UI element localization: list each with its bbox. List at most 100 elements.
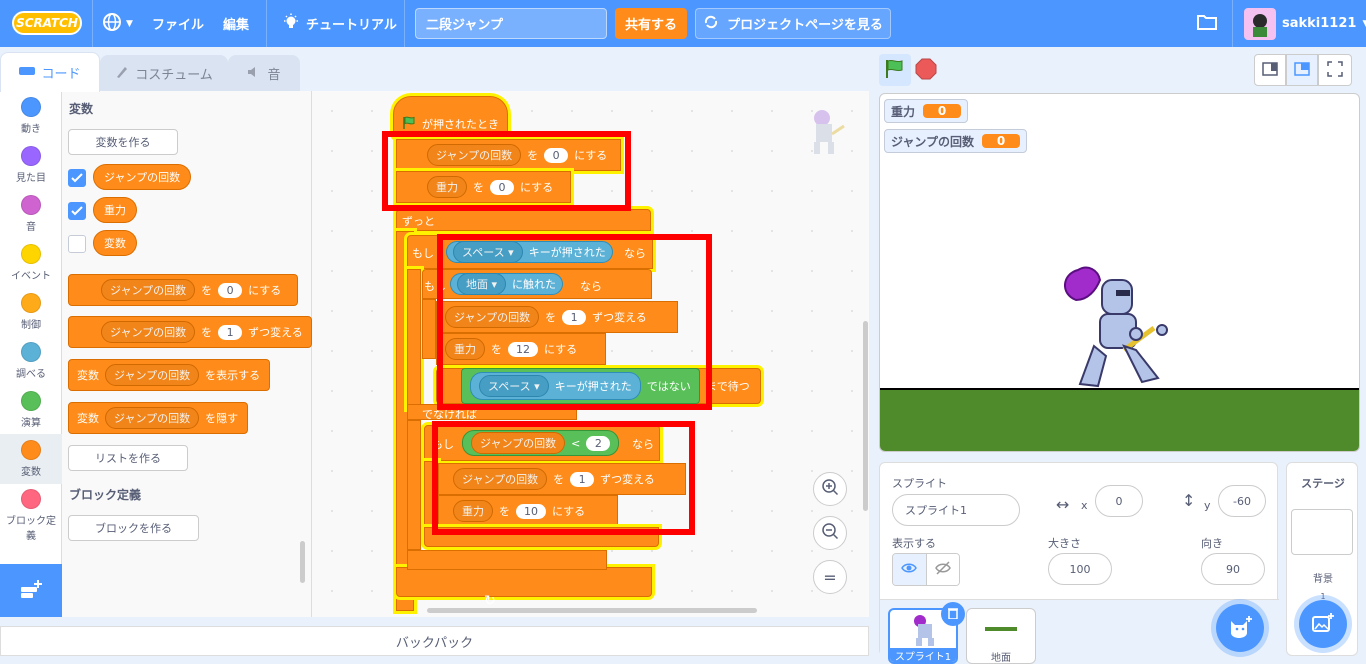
stop-button[interactable] — [913, 57, 939, 83]
code-workspace[interactable]: ずっと ↻ が押されたとき ジャンプの回数 を 0 にする 重力 を 0 にする… — [312, 91, 869, 617]
variable-checkbox[interactable] — [68, 202, 86, 220]
variable-reporter-jump-count[interactable]: ジャンプの回数 — [93, 164, 192, 190]
tab-sound-label: 音 — [267, 68, 281, 83]
category-label: 動き — [21, 124, 41, 135]
large-stage-icon — [1294, 61, 1310, 79]
cat-add-icon — [1227, 615, 1253, 642]
palette-scrollbar[interactable] — [300, 541, 305, 583]
tab-costume[interactable]: コスチューム — [100, 55, 228, 91]
sprite-name-input[interactable]: スプライト1 — [892, 494, 1020, 526]
stage-size-controls — [1254, 54, 1352, 86]
globe-icon — [102, 12, 122, 36]
category-label: 見た目 — [16, 173, 46, 184]
workspace-vertical-scrollbar[interactable] — [863, 321, 868, 511]
menu-bar: SCRATCH ▼ ファイル 編集 チュートリアル 二段ジャンプ 共有する プロ… — [0, 0, 1366, 47]
category-variables[interactable]: 変数 — [0, 434, 62, 484]
category-operators[interactable]: 演算 — [0, 391, 62, 429]
category-looks[interactable]: 見た目 — [0, 146, 62, 184]
category-motion[interactable]: 動き — [0, 97, 62, 135]
if-else-bottom — [407, 550, 607, 570]
add-extension-button[interactable] — [0, 564, 62, 617]
monitor-value: 0 — [923, 104, 962, 118]
project-page-button[interactable]: プロジェクトページを見る — [695, 8, 891, 39]
y-input[interactable]: -60 — [1218, 485, 1266, 517]
variable-dropdown[interactable]: ジャンプの回数 — [105, 407, 200, 429]
my-stuff-button[interactable] — [1196, 0, 1218, 47]
show-variable-block[interactable]: 変数 ジャンプの回数 を表示する — [68, 359, 270, 391]
small-stage-icon — [1262, 61, 1278, 79]
set-variable-block[interactable]: ジャンプの回数 を 0 にする — [68, 274, 298, 306]
stage-selector-panel[interactable]: ステージ 背景 1 — [1286, 462, 1358, 656]
green-flag-button[interactable] — [879, 54, 911, 86]
category-events[interactable]: イベント — [0, 244, 62, 282]
scratch-logo[interactable]: SCRATCH — [12, 11, 82, 35]
stage[interactable]: 重力 0 ジャンプの回数 0 — [879, 93, 1360, 452]
tab-sound[interactable]: 音 — [228, 55, 300, 91]
choose-backdrop-button[interactable] — [1299, 600, 1347, 648]
number-input[interactable]: 1 — [218, 324, 243, 340]
hide-sprite-button[interactable] — [925, 554, 959, 585]
choose-sprite-button[interactable] — [1216, 604, 1264, 652]
variable-dropdown[interactable]: ジャンプの回数 — [101, 279, 196, 301]
equals-icon: = — [823, 567, 837, 587]
inner-if-arm — [422, 299, 436, 359]
zoom-reset-button[interactable]: = — [813, 560, 847, 594]
number-input[interactable]: 0 — [218, 282, 243, 298]
forever-bottom — [396, 567, 652, 597]
make-variable-button[interactable]: 変数を作る — [68, 129, 178, 155]
change-variable-block[interactable]: ジャンプの回数 を 1 ずつ変える — [68, 316, 312, 348]
category-sensing[interactable]: 調べる — [0, 342, 62, 380]
monitor-label: 重力 — [891, 104, 916, 119]
zoom-in-button[interactable] — [813, 472, 847, 506]
variable-dropdown[interactable]: ジャンプの回数 — [105, 364, 200, 386]
direction-input[interactable]: 90 — [1201, 553, 1265, 585]
zoom-out-button[interactable] — [813, 516, 847, 550]
extension-icon — [19, 579, 43, 604]
backdrop-label: 背景 — [1313, 574, 1333, 585]
variable-dropdown[interactable]: ジャンプの回数 — [101, 321, 196, 343]
block-text: 変数 — [77, 369, 99, 382]
y-arrows-icon: ↕ — [1182, 491, 1196, 510]
category-control[interactable]: 制御 — [0, 293, 62, 331]
stage-thumbnail[interactable] — [1291, 509, 1353, 555]
file-menu[interactable]: ファイル — [152, 0, 204, 47]
zoom-out-icon — [821, 522, 839, 544]
share-button[interactable]: 共有する — [615, 8, 687, 39]
make-list-button[interactable]: リストを作る — [68, 445, 188, 471]
image-add-icon — [1311, 612, 1335, 637]
tab-code[interactable]: コード — [0, 52, 100, 92]
language-menu[interactable]: ▼ — [102, 0, 133, 47]
variable-reporter-gravity[interactable]: 重力 — [93, 197, 137, 223]
block-text: を — [201, 326, 213, 339]
edit-menu[interactable]: 編集 — [223, 0, 249, 47]
small-stage-button[interactable] — [1254, 54, 1286, 86]
variable-checkbox[interactable] — [68, 235, 86, 253]
x-arrows-icon: ↔ — [1056, 495, 1070, 514]
delete-sprite-button[interactable] — [941, 602, 965, 626]
knight-sprite[interactable] — [1058, 260, 1182, 395]
show-sprite-button[interactable] — [893, 554, 926, 585]
make-block-button[interactable]: ブロックを作る — [68, 515, 199, 541]
y-label: y — [1204, 499, 1211, 512]
project-title-input[interactable]: 二段ジャンプ — [415, 8, 607, 39]
operators-dot-icon — [21, 391, 41, 411]
variables-dot-icon — [21, 440, 41, 460]
fullscreen-button[interactable] — [1318, 54, 1352, 86]
category-sound[interactable]: 音 — [0, 195, 62, 233]
account-menu[interactable]: sakki1121 ▼ — [1244, 0, 1366, 47]
show-label: 表示する — [892, 537, 936, 550]
workspace-horizontal-scrollbar[interactable] — [427, 608, 757, 613]
size-input[interactable]: 100 — [1048, 553, 1112, 585]
variable-checkbox[interactable] — [68, 169, 86, 187]
fullscreen-icon — [1327, 60, 1343, 80]
lightbulb-icon — [282, 13, 300, 35]
block-text: ずつ変える — [248, 326, 303, 339]
category-myblocks[interactable]: ブロック定義 — [0, 489, 62, 542]
x-input[interactable]: 0 — [1095, 485, 1143, 517]
large-stage-button[interactable] — [1286, 54, 1318, 86]
variable-reporter-variable[interactable]: 変数 — [93, 230, 137, 256]
tutorial-menu[interactable]: チュートリアル — [282, 0, 397, 47]
hide-variable-block[interactable]: 変数 ジャンプの回数 を隠す — [68, 402, 248, 434]
backpack[interactable]: バックパック — [0, 626, 869, 656]
if-arm — [407, 269, 421, 409]
